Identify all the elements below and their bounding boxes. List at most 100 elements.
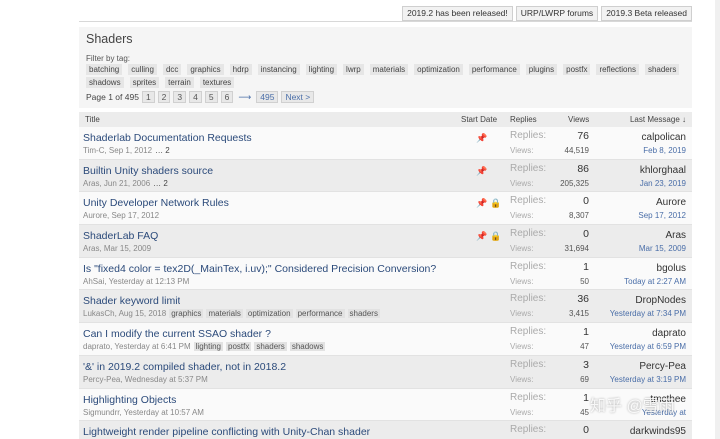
tag-sprites[interactable]: sprites <box>129 77 160 88</box>
tag-optimization[interactable]: optimization <box>414 64 463 75</box>
notice-list: 2019.2 has been released! URP/LWRP forums… <box>402 6 692 21</box>
pin-icon: 📌 <box>476 133 488 143</box>
replies-label: Replies: <box>510 130 547 141</box>
page-link-5[interactable]: 5 <box>204 91 218 103</box>
thread-page-links[interactable]: … 2 <box>153 179 168 188</box>
thread-tag[interactable]: postfx <box>226 342 252 352</box>
thread-tag[interactable]: performance <box>295 309 345 319</box>
tag-materials[interactable]: materials <box>369 64 409 75</box>
page-link-4[interactable]: 4 <box>189 91 202 103</box>
thread-tag[interactable]: lighting <box>193 342 223 352</box>
replies-label: Replies: <box>510 391 547 403</box>
thread-title-link[interactable]: '&' in 2019.2 compiled shader, not in 20… <box>83 361 286 373</box>
last-post-date-link[interactable]: Today at 2:27 AM <box>624 277 686 286</box>
tag-hdrp[interactable]: hdrp <box>229 64 252 75</box>
last-poster-link[interactable]: bgolus <box>657 263 686 274</box>
page-link-3[interactable]: 3 <box>173 91 187 103</box>
notice-link[interactable]: 2019.2 has been released! <box>402 6 513 21</box>
last-post-date-link[interactable]: Yesterday at 7:34 PM <box>610 309 686 318</box>
column-title[interactable]: Title <box>85 115 100 124</box>
column-views[interactable]: Views <box>568 115 589 124</box>
thread-starter[interactable]: Percy-Pea, Wednesday at 5:37 PM <box>83 375 208 384</box>
last-post-date-link[interactable]: Yesterday at 6:59 PM <box>610 342 686 351</box>
thread-title-link[interactable]: Can I modify the current SSAO shader ? <box>83 328 271 340</box>
thread-title-link[interactable]: ShaderLab FAQ <box>83 230 158 242</box>
column-last-message[interactable]: Last Message ↓ <box>630 115 686 124</box>
replies-count: 3 <box>583 358 589 371</box>
last-poster-link[interactable]: DropNodes <box>635 295 686 306</box>
scrollbar[interactable] <box>715 0 720 439</box>
tag-lwrp[interactable]: lwrp <box>343 64 364 75</box>
thread-title-link[interactable]: Shader keyword limit <box>83 295 180 307</box>
page-link-2[interactable]: 2 <box>157 91 171 103</box>
last-post-date-link[interactable]: Mar 15, 2009 <box>639 244 686 253</box>
last-post-date-link[interactable]: Sep 17, 2012 <box>638 211 686 220</box>
thread-title-link[interactable]: Unity Developer Network Rules <box>83 197 229 209</box>
pagination: Page 1 of 495 123456 ⟶ 495 Next > <box>86 91 315 103</box>
thread-tag[interactable]: shaders <box>254 342 287 352</box>
thread-tag[interactable]: optimization <box>245 309 293 319</box>
last-poster-link[interactable]: daprato <box>652 328 686 339</box>
tag-postfx[interactable]: postfx <box>563 64 591 75</box>
tag-instancing[interactable]: instancing <box>257 64 300 75</box>
tag-reflections[interactable]: reflections <box>596 64 639 75</box>
last-post-date-link[interactable]: Yesterday at 3:19 PM <box>610 375 686 384</box>
thread-tag[interactable]: shaders <box>347 309 380 319</box>
thread-starter[interactable]: Aurore, Sep 17, 2012 <box>83 211 159 220</box>
tag-shadows[interactable]: shadows <box>86 77 124 88</box>
thread-starter[interactable]: Sigmundrr, Yesterday at 10:57 AM <box>83 408 204 417</box>
page-link-1[interactable]: 1 <box>141 91 155 103</box>
last-poster-link[interactable]: Aras <box>665 230 686 241</box>
thread-starter[interactable]: daprato, Yesterday at 6:41 PM <box>83 342 191 351</box>
tag-culling[interactable]: culling <box>128 64 157 75</box>
table-header: Title Start Date Replies Views Last Mess… <box>79 112 692 127</box>
column-replies[interactable]: Replies <box>510 115 537 124</box>
arrow-icon: ⟶ <box>238 91 252 102</box>
pin-icon: 📌 <box>476 198 488 209</box>
thread-title-link[interactable]: Lightweight render pipeline conflicting … <box>83 426 370 438</box>
replies-label: Replies: <box>510 195 547 207</box>
thread-starter[interactable]: Tim-C, Sep 1, 2012 <box>83 146 152 155</box>
last-page-link[interactable]: 495 <box>256 91 279 103</box>
replies-count: 0 <box>583 195 589 208</box>
thread-table: Title Start Date Replies Views Last Mess… <box>79 112 692 439</box>
column-start-date[interactable]: Start Date <box>461 115 497 124</box>
last-post-date-link[interactable]: Feb 8, 2019 <box>643 146 686 155</box>
thread-title-link[interactable]: Builtin Unity shaders source <box>83 165 213 177</box>
thread-starter[interactable]: Aras, Mar 15, 2009 <box>83 244 151 253</box>
last-poster-link[interactable]: khlorghaal <box>640 165 686 176</box>
replies-label: Replies: <box>510 326 547 338</box>
tag-shaders[interactable]: shaders <box>644 64 680 75</box>
tag-lighting[interactable]: lighting <box>305 64 338 75</box>
page-link-6[interactable]: 6 <box>220 91 234 103</box>
thread-title-link[interactable]: Is "fixed4 color = tex2D(_MainTex, i.uv)… <box>83 263 436 275</box>
tag-plugins[interactable]: plugins <box>525 64 558 75</box>
last-poster-link[interactable]: Percy-Pea <box>639 361 686 372</box>
last-post-date-link[interactable]: Jan 23, 2019 <box>640 179 686 188</box>
last-poster-link[interactable]: Aurore <box>656 197 686 208</box>
last-poster-link[interactable]: calpolican <box>642 132 686 143</box>
thread-title-link[interactable]: Highlighting Objects <box>83 394 176 406</box>
tag-graphics[interactable]: graphics <box>187 64 224 75</box>
next-page-button[interactable]: Next > <box>281 91 315 103</box>
thread-meta: Sigmundrr, Yesterday at 10:57 AM <box>83 408 204 417</box>
thread-tag[interactable]: shadows <box>289 342 326 352</box>
tag-batching[interactable]: batching <box>86 64 123 75</box>
thread-starter[interactable]: Aras, Jun 21, 2006 <box>83 179 150 188</box>
tag-performance[interactable]: performance <box>468 64 520 75</box>
watermark: 知乎 @雪雨 <box>590 398 675 415</box>
thread-page-links[interactable]: … 2 <box>155 146 170 155</box>
thread-tag[interactable]: materials <box>206 309 243 319</box>
thread-title-link[interactable]: Shaderlab Documentation Requests <box>83 132 252 144</box>
notice-link[interactable]: 2019.3 Beta released <box>601 6 692 21</box>
page-title: Shaders <box>86 32 133 46</box>
thread-starter[interactable]: LukasCh, Aug 15, 2018 <box>83 309 166 318</box>
tag-textures[interactable]: textures <box>199 77 235 88</box>
replies-count: 1 <box>583 326 589 339</box>
thread-tag[interactable]: graphics <box>169 309 204 319</box>
last-poster-link[interactable]: darkwinds95 <box>630 426 686 437</box>
notice-link[interactable]: URP/LWRP forums <box>515 6 599 21</box>
tag-dcc[interactable]: dcc <box>162 64 182 75</box>
thread-starter[interactable]: AhSai, Yesterday at 12:13 PM <box>83 277 189 286</box>
tag-terrain[interactable]: terrain <box>165 77 194 88</box>
